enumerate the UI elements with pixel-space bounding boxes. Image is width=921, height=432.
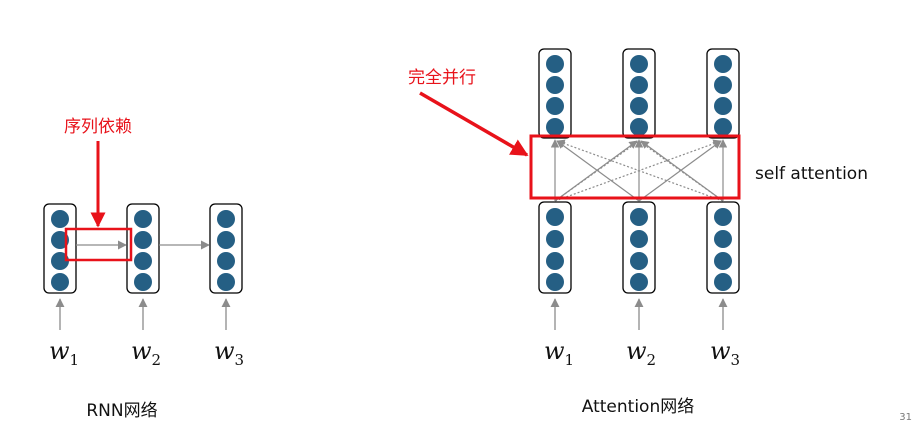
- attention-node: [630, 55, 648, 73]
- rnn-word-3: w3: [214, 337, 244, 369]
- attention-connections: [550, 139, 728, 202]
- attention-node: [546, 55, 564, 73]
- rnn-node: [134, 252, 152, 270]
- rnn-node: [134, 231, 152, 249]
- diagram-canvas: 序列依赖 w1 w2 w3 RNN网络 完全并行 self attention …: [43, 48, 912, 423]
- attention-node: [714, 76, 732, 94]
- attention-input-cell-3: [706, 201, 740, 294]
- page-number: 31: [899, 412, 912, 423]
- attention-node: [630, 97, 648, 115]
- rnn-word-2: w2: [131, 337, 161, 369]
- attention-word-2: w2: [626, 337, 656, 369]
- attention-output-cell-1: [538, 48, 572, 139]
- attention-node: [630, 76, 648, 94]
- attention-word-1: w1: [544, 337, 574, 369]
- attention-node: [714, 208, 732, 226]
- attention-output-cell-3: [706, 48, 740, 139]
- attention-node: [630, 208, 648, 226]
- self-attention-label: self attention: [755, 164, 868, 184]
- attention-node: [714, 118, 732, 136]
- rnn-node: [217, 252, 235, 270]
- rnn-node: [217, 273, 235, 291]
- attention-node: [546, 230, 564, 248]
- rnn-caption: RNN网络: [86, 401, 157, 421]
- attention-input-cell-1: [538, 201, 572, 294]
- attention-input-cell-2: [622, 201, 656, 294]
- attention-node: [630, 118, 648, 136]
- attention-node: [546, 118, 564, 136]
- attention-node: [546, 273, 564, 291]
- attention-node: [630, 252, 648, 270]
- attention-link: [640, 140, 724, 202]
- attention-word-3: w3: [710, 337, 740, 369]
- rnn-node: [134, 210, 152, 228]
- rnn-node: [51, 273, 69, 291]
- rnn-node: [51, 210, 69, 228]
- attention-output-cell-2: [622, 48, 656, 139]
- attention-node: [714, 273, 732, 291]
- attention-node: [714, 252, 732, 270]
- rnn-node: [134, 273, 152, 291]
- attention-node: [714, 97, 732, 115]
- attention-annotation: 完全并行: [408, 68, 476, 88]
- attention-caption: Attention网络: [582, 397, 694, 417]
- attention-node: [546, 252, 564, 270]
- rnn-cell-1: [43, 203, 77, 294]
- attention-link: [554, 139, 722, 202]
- attention-link: [556, 139, 724, 202]
- rnn-node: [217, 210, 235, 228]
- attention-node: [630, 273, 648, 291]
- attention-link: [554, 140, 638, 202]
- rnn-word-1: w1: [49, 337, 79, 369]
- attention-network: 完全并行 self attention w1 w2 w3 Attention网络: [408, 48, 868, 417]
- attention-node: [546, 76, 564, 94]
- attention-node: [546, 97, 564, 115]
- rnn-cell-3: [209, 203, 243, 294]
- rnn-network: 序列依赖 w1 w2 w3 RNN网络: [43, 117, 244, 421]
- rnn-node: [217, 231, 235, 249]
- attention-parallel-pointer: [419, 91, 529, 157]
- attention-node: [630, 230, 648, 248]
- rnn-annotation: 序列依赖: [64, 117, 132, 137]
- attention-node: [546, 208, 564, 226]
- attention-node: [714, 55, 732, 73]
- attention-node: [714, 230, 732, 248]
